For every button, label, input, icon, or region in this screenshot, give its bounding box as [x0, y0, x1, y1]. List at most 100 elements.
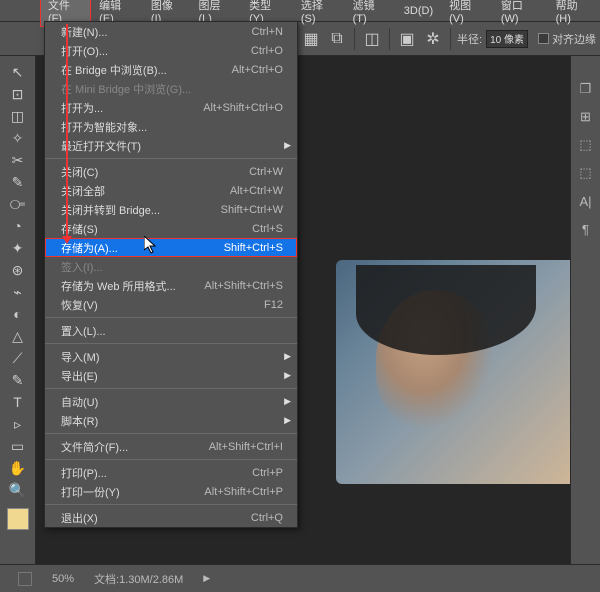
tool-1[interactable]: ⊡	[6, 84, 30, 104]
menu-item-label: 恢复(V)	[61, 297, 98, 313]
panel-icon-5[interactable]: ¶	[576, 220, 596, 238]
menu-item-label: 存储为 Web 所用格式...	[61, 278, 176, 294]
tool-9[interactable]: ⊛	[6, 260, 30, 280]
menu-item[interactable]: 打开(O)...Ctrl+O	[45, 41, 297, 60]
menu-视图(V)[interactable]: 视图(V)	[441, 0, 493, 27]
menu-separator	[45, 504, 297, 505]
doc-info-arrow[interactable]: ▶	[203, 573, 210, 584]
menu-shortcut: Alt+Ctrl+O	[232, 64, 283, 76]
foreground-swatch[interactable]	[7, 508, 29, 530]
menu-item-label: 导入(M)	[61, 349, 100, 365]
tool-8[interactable]: ✦	[6, 238, 30, 258]
zoom-level[interactable]: 50%	[52, 573, 74, 585]
menu-shortcut: Alt+Shift+Ctrl+S	[204, 280, 283, 292]
menu-item[interactable]: 关闭全部 Alt+Ctrl+W	[45, 181, 297, 200]
menu-3D(D)[interactable]: 3D(D)	[396, 3, 441, 19]
menu-item-label: 打印一份(Y)	[61, 484, 120, 500]
menu-item[interactable]: 置入(L)...	[45, 321, 297, 340]
gear-icon[interactable]: ✲	[422, 28, 444, 50]
tool-2[interactable]: ◫	[6, 106, 30, 126]
menu-item[interactable]: 脚本(R)▶	[45, 411, 297, 430]
tool-19[interactable]: 🔍	[6, 480, 30, 500]
menu-item[interactable]: 存储(S) Ctrl+S	[45, 219, 297, 238]
menu-帮助(H)[interactable]: 帮助(H)	[548, 0, 600, 27]
menu-separator	[45, 459, 297, 460]
tool-5[interactable]: ✎	[6, 172, 30, 192]
tool-3[interactable]: ✧	[6, 128, 30, 148]
align-icon[interactable]: ▦	[300, 28, 322, 50]
menu-shortcut: Alt+Shift+Ctrl+I	[209, 441, 283, 453]
menu-item-label: 签入(I)...	[61, 259, 103, 275]
menubar: 文件(F)编辑(E)图像(I)图层(L)类型(Y)选择(S)滤镜(T)3D(D)…	[0, 0, 600, 22]
statusbar: 50% 文档:1.30M/2.86M ▶	[0, 564, 600, 592]
menu-item[interactable]: 打开为...Alt+Shift+Ctrl+O	[45, 98, 297, 117]
tool-15[interactable]: T	[6, 392, 30, 412]
tool-7[interactable]: ◔	[6, 216, 30, 236]
tool-17[interactable]: ▭	[6, 436, 30, 456]
menu-item-label: 打开为智能对象...	[61, 119, 147, 135]
menu-item[interactable]: 存储为 Web 所用格式... Alt+Shift+Ctrl+S	[45, 276, 297, 295]
tool-11[interactable]: ◐	[6, 304, 30, 324]
radius-input[interactable]	[486, 30, 528, 48]
menu-item[interactable]: 存储为(A)...Shift+Ctrl+S	[45, 238, 297, 257]
menu-shortcut: Ctrl+W	[249, 166, 283, 178]
menu-item-label: 最近打开文件(T)	[61, 138, 141, 154]
menu-item[interactable]: 导出(E) ▶	[45, 366, 297, 385]
menu-item: 在 Mini Bridge 中浏览(G)...	[45, 79, 297, 98]
menu-item[interactable]: 恢复(V)F12	[45, 295, 297, 314]
menu-separator	[45, 343, 297, 344]
menu-item-label: 打开为...	[61, 100, 103, 116]
menu-item[interactable]: 打开为智能对象...	[45, 117, 297, 136]
menu-窗口(W)[interactable]: 窗口(W)	[493, 0, 548, 27]
menu-item-label: 新建(N)...	[61, 24, 107, 40]
panel-icon-2[interactable]: ⬚	[576, 136, 596, 154]
menu-item[interactable]: 退出(X)Ctrl+Q	[45, 508, 297, 527]
tool-14[interactable]: ✎	[6, 370, 30, 390]
menu-item[interactable]: 新建(N)... Ctrl+N	[45, 22, 297, 41]
layers-icon[interactable]: ⧉	[326, 28, 348, 50]
menu-item[interactable]: 关闭(C)Ctrl+W	[45, 162, 297, 181]
tool-13[interactable]: ⟋	[6, 348, 30, 368]
submenu-arrow-icon: ▶	[284, 140, 291, 151]
menu-shortcut: Alt+Ctrl+W	[230, 185, 283, 197]
menu-item[interactable]: 关闭并转到 Bridge...Shift+Ctrl+W	[45, 200, 297, 219]
tool-10[interactable]: ⌁	[6, 282, 30, 302]
menu-滤镜(T)[interactable]: 滤镜(T)	[345, 0, 396, 27]
tool-0[interactable]: ↖	[6, 62, 30, 82]
menu-item[interactable]: 打印(P)...Ctrl+P	[45, 463, 297, 482]
menu-item[interactable]: 自动(U)▶	[45, 392, 297, 411]
panel-icon-0[interactable]: ❐	[576, 80, 596, 98]
overlap-icon[interactable]: ◫	[361, 28, 383, 50]
tool-12[interactable]: △	[6, 326, 30, 346]
document-image[interactable]	[336, 260, 588, 484]
menu-item[interactable]: 在 Bridge 中浏览(B)... Alt+Ctrl+O	[45, 60, 297, 79]
menu-item-label: 在 Bridge 中浏览(B)...	[61, 62, 167, 78]
menu-shortcut: Ctrl+S	[252, 223, 283, 235]
panel-icon-4[interactable]: A|	[576, 192, 596, 210]
submenu-arrow-icon: ▶	[284, 370, 291, 381]
align-edges-label: 对齐边缘	[552, 31, 596, 47]
menu-shortcut: Shift+Ctrl+W	[221, 204, 283, 216]
menu-item[interactable]: 文件简介(F)...Alt+Shift+Ctrl+I	[45, 437, 297, 456]
menu-item-label: 存储为(A)...	[61, 240, 118, 256]
tool-4[interactable]: ✂	[6, 150, 30, 170]
menu-item[interactable]: 打印一份(Y)Alt+Shift+Ctrl+P	[45, 482, 297, 501]
menu-item-label: 关闭全部	[61, 183, 105, 199]
menu-shortcut: Ctrl+N	[252, 26, 283, 38]
panel-icon-3[interactable]: ⬚	[576, 164, 596, 182]
menu-选择(S)[interactable]: 选择(S)	[293, 0, 345, 27]
tool-16[interactable]: ▹	[6, 414, 30, 434]
menu-shortcut: Ctrl+O	[251, 45, 283, 57]
menu-item-label: 导出(E)	[61, 368, 98, 384]
menu-item[interactable]: 导入(M) ▶	[45, 347, 297, 366]
mask-icon[interactable]: ▣	[396, 28, 418, 50]
menu-shortcut: Ctrl+Q	[251, 512, 283, 524]
menu-item: 签入(I)...	[45, 257, 297, 276]
tool-6[interactable]: ⧃	[6, 194, 30, 214]
panel-icon-1[interactable]: ⊞	[576, 108, 596, 126]
menu-item[interactable]: 最近打开文件(T) ▶	[45, 136, 297, 155]
submenu-arrow-icon: ▶	[284, 351, 291, 362]
tool-18[interactable]: ✋	[6, 458, 30, 478]
menu-item-label: 存储(S)	[61, 221, 98, 237]
align-edges-checkbox[interactable]	[538, 33, 549, 44]
